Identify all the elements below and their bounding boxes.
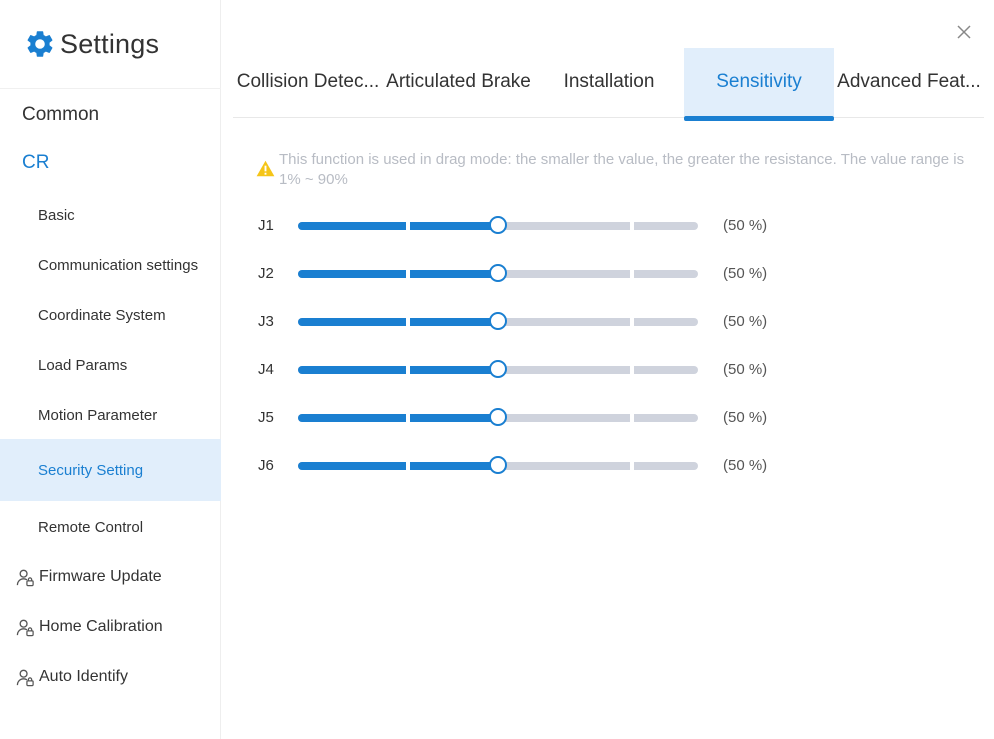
tab-collision-detection[interactable]: Collision Detec...: [233, 48, 383, 116]
settings-window: Settings Common CR Basic Communication s…: [0, 0, 994, 739]
slider-row-j3: J3 (50 %): [258, 310, 818, 334]
user-lock-icon: [16, 569, 34, 586]
sidebar-item-basic[interactable]: Basic: [0, 196, 221, 234]
slider-fill: [298, 366, 498, 374]
sidebar-item-remote-control[interactable]: Remote Control: [0, 508, 221, 546]
sidebar-item-load-params[interactable]: Load Params: [0, 346, 221, 384]
sensitivity-slider[interactable]: [298, 264, 698, 282]
slider-thumb[interactable]: [489, 408, 507, 426]
joint-label: J2: [258, 265, 274, 282]
slider-thumb[interactable]: [489, 456, 507, 474]
slider-row-j5: J5 (50 %): [258, 406, 818, 430]
slider-row-j1: J1 (50 %): [258, 214, 818, 238]
tab-bar: Collision Detec... Articulated Brake Ins…: [233, 48, 984, 121]
joint-label: J4: [258, 361, 274, 378]
tab-advanced-features[interactable]: Advanced Feat...: [834, 48, 984, 116]
sidebar-item-coordinate-system[interactable]: Coordinate System: [0, 296, 221, 334]
sidebar-item-motion-parameter[interactable]: Motion Parameter: [0, 396, 221, 434]
info-notice: This function is used in drag mode: the …: [256, 150, 966, 190]
notice-text: This function is used in drag mode: the …: [279, 151, 965, 188]
slider-stop: [630, 270, 634, 278]
sidebar-item-label: Load Params: [38, 356, 128, 374]
slider-thumb[interactable]: [489, 264, 507, 282]
app-title: Settings: [60, 28, 160, 59]
slider-fill: [298, 414, 498, 422]
sidebar-item-security-setting[interactable]: Security Setting: [0, 439, 221, 501]
warning-icon: [256, 160, 275, 177]
sidebar-item-label: Motion Parameter: [38, 406, 158, 424]
brand: Settings: [24, 26, 159, 62]
tab-label: Sensitivity: [716, 71, 802, 92]
slider-row-j6: J6 (50 %): [258, 454, 818, 478]
slider-stop: [406, 270, 410, 278]
slider-value: (50 %): [723, 217, 768, 234]
slider-stop: [406, 462, 410, 470]
sidebar-item-communication-settings[interactable]: Communication settings: [0, 246, 221, 284]
sensitivity-slider[interactable]: [298, 408, 698, 426]
sidebar-item-cr[interactable]: CR: [0, 144, 221, 182]
user-lock-icon: [16, 619, 34, 636]
tab-sensitivity[interactable]: Sensitivity: [684, 48, 834, 116]
sidebar-item-home-calibration[interactable]: Home Calibration: [0, 608, 221, 646]
sidebar-item-label: Firmware Update: [39, 568, 162, 585]
joint-label: J3: [258, 313, 274, 330]
slider-value: (50 %): [723, 361, 768, 378]
slider-row-j4: J4 (50 %): [258, 358, 818, 382]
sidebar-item-firmware-update[interactable]: Firmware Update: [0, 558, 221, 596]
slider-stop: [630, 222, 634, 230]
slider-fill: [298, 270, 498, 278]
sidebar-item-label: Remote Control: [38, 518, 144, 536]
slider-fill: [298, 318, 498, 326]
slider-row-j2: J2 (50 %): [258, 262, 818, 286]
slider-value: (50 %): [723, 265, 768, 282]
joint-label: J1: [258, 217, 274, 234]
gear-icon: [27, 31, 53, 57]
slider-thumb[interactable]: [489, 216, 507, 234]
slider-stop: [630, 462, 634, 470]
slider-value: (50 %): [723, 313, 768, 330]
sidebar: Settings Common CR Basic Communication s…: [0, 0, 221, 739]
sidebar-item-label: Security Setting: [38, 461, 144, 479]
slider-value: (50 %): [723, 409, 768, 426]
sidebar-item-common[interactable]: Common: [0, 96, 221, 134]
slider-thumb[interactable]: [489, 312, 507, 330]
tab-label: Advanced Feat...: [837, 71, 981, 92]
sidebar-item-label: Auto Identify: [39, 668, 128, 685]
joint-label: J5: [258, 409, 274, 426]
sensitivity-slider[interactable]: [298, 456, 698, 474]
tab-label: Articulated Brake: [386, 71, 531, 92]
slider-stop: [406, 414, 410, 422]
sensitivity-slider[interactable]: [298, 216, 698, 234]
slider-stop: [630, 318, 634, 326]
user-lock-icon: [16, 669, 34, 686]
slider-value: (50 %): [723, 457, 768, 474]
sidebar-item-label: Communication settings: [38, 256, 199, 274]
tab-installation[interactable]: Installation: [534, 48, 684, 116]
slider-fill: [298, 222, 498, 230]
joint-label: J6: [258, 457, 274, 474]
sidebar-item-label: Basic: [38, 206, 75, 224]
sidebar-item-label: Coordinate System: [38, 306, 166, 324]
slider-stop: [406, 366, 410, 374]
sensitivity-slider[interactable]: [298, 312, 698, 330]
sensitivity-slider[interactable]: [298, 360, 698, 378]
slider-stop: [406, 318, 410, 326]
tab-articulated-brake[interactable]: Articulated Brake: [383, 48, 534, 116]
active-tab-indicator: [684, 116, 834, 121]
sidebar-divider: [0, 88, 221, 89]
tab-label: Collision Detec...: [236, 71, 380, 92]
slider-fill: [298, 462, 498, 470]
slider-stop: [630, 414, 634, 422]
sidebar-item-auto-identify[interactable]: Auto Identify: [0, 658, 221, 696]
sidebar-item-label: CR: [22, 152, 50, 173]
close-icon[interactable]: [954, 22, 974, 42]
sidebar-item-label: Common: [22, 104, 100, 125]
slider-thumb[interactable]: [489, 360, 507, 378]
slider-stop: [630, 366, 634, 374]
slider-stop: [406, 222, 410, 230]
sidebar-item-label: Home Calibration: [39, 618, 163, 635]
tab-label: Installation: [563, 71, 655, 92]
